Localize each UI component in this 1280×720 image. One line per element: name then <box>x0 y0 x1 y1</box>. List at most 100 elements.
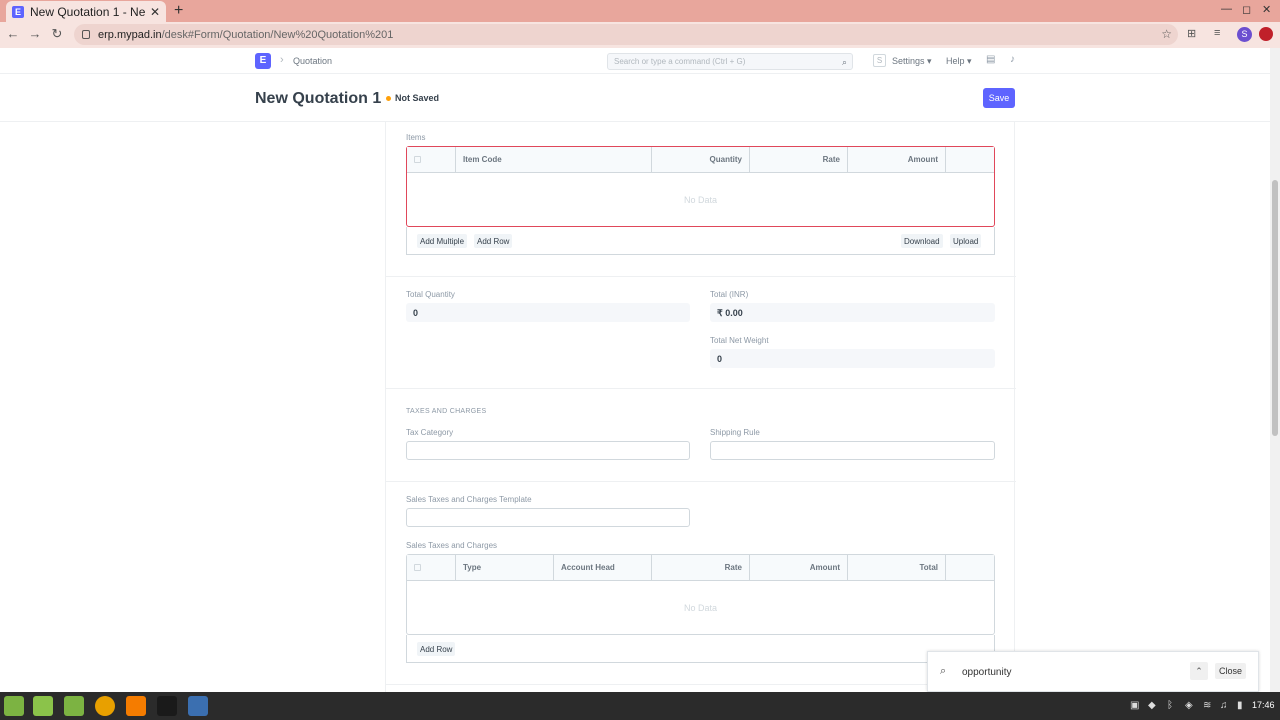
wifi-icon[interactable]: ≋ <box>1203 700 1211 711</box>
chat-icon[interactable]: ▤ <box>986 54 995 65</box>
profile-avatar[interactable]: S <box>1237 27 1252 42</box>
shipping-rule-input[interactable] <box>710 441 995 460</box>
find-previous-icon[interactable]: ⌃ <box>1190 662 1208 680</box>
chrome-icon[interactable] <box>95 696 115 716</box>
section-divider <box>386 481 1016 482</box>
battery-icon[interactable]: ▮ <box>1237 700 1243 711</box>
clock: 17:46 <box>1252 700 1275 710</box>
download-button[interactable]: Download <box>901 234 943 248</box>
extension-red-icon[interactable] <box>1259 27 1273 41</box>
browser-tabstrip: E New Quotation 1 - Ne ✕ + — ◻ ✕ <box>0 0 1280 22</box>
col-amount: Amount <box>848 147 946 173</box>
tax-category-input[interactable] <box>406 441 690 460</box>
window-close-icon[interactable]: ✕ <box>1262 3 1271 16</box>
col-tax-amount: Amount <box>750 555 848 581</box>
minimize-icon[interactable]: — <box>1221 3 1232 15</box>
section-divider <box>386 388 1016 389</box>
media-control-icon[interactable]: ≡ <box>1214 27 1220 39</box>
forward-icon[interactable]: → <box>26 26 44 41</box>
shipping-rule-label: Shipping Rule <box>710 428 760 437</box>
tab-close-icon[interactable]: ✕ <box>150 5 160 19</box>
col-rate: Rate <box>750 147 848 173</box>
total-quantity-field: 0 <box>406 303 690 322</box>
bluetooth-icon[interactable]: ᛒ <box>1167 700 1173 711</box>
taxes-grid-header: Type Account Head Rate Amount Total <box>407 555 994 581</box>
screenshot-icon[interactable] <box>188 696 208 716</box>
app-tray-icon[interactable]: ◈ <box>1185 700 1193 711</box>
notification-bell-icon[interactable]: ♪ <box>1010 54 1015 65</box>
section-divider <box>386 684 1016 685</box>
grid-col-check <box>407 555 456 581</box>
add-multiple-button[interactable]: Add Multiple <box>417 234 468 248</box>
awesome-bar-search-input[interactable]: Search or type a command (Ctrl + G) ⌕ <box>607 53 853 70</box>
search-icon: ⌕ <box>841 57 847 67</box>
tax-category-label: Tax Category <box>406 428 454 437</box>
browser-tab[interactable]: E New Quotation 1 - Ne ✕ <box>6 1 166 22</box>
items-grid-header: Item Code Quantity Rate Amount <box>407 147 994 173</box>
camera-tray-icon[interactable]: ▣ <box>1130 700 1139 711</box>
items-grid-footer: Add Multiple Add Row Download Upload <box>406 227 995 255</box>
erpnext-favicon-icon: E <box>12 5 24 18</box>
app-navbar: E › Quotation Search or type a command (… <box>0 48 1270 74</box>
url-host: erp.mypad.in <box>98 28 162 41</box>
taxes-add-row-button[interactable]: Add Row <box>417 642 456 656</box>
quotation-form: Items Item Code Quantity Rate Amount No … <box>385 122 1016 692</box>
desktop-icon[interactable] <box>33 696 53 716</box>
items-grid: Item Code Quantity Rate Amount No Data <box>406 146 995 227</box>
total-net-weight-label: Total Net Weight <box>710 336 769 345</box>
items-label: Items <box>406 133 426 142</box>
col-quantity: Quantity <box>652 147 750 173</box>
sound-icon[interactable]: ♫ <box>1220 700 1228 711</box>
col-account-head: Account Head <box>554 555 652 581</box>
taxes-grid: Type Account Head Rate Amount Total No D… <box>406 554 995 635</box>
mint-menu-icon[interactable] <box>4 696 24 716</box>
taxes-section-title: TAXES AND CHARGES <box>406 408 487 415</box>
col-tax-rate: Rate <box>652 555 750 581</box>
os-taskbar: ▣ ◆ ᛒ ◈ ≋ ♫ ▮ 17:46 <box>0 692 1280 720</box>
find-search-icon: ⌕ <box>940 665 947 677</box>
settings-dropdown[interactable]: Settings ▾ <box>892 56 932 67</box>
upload-button[interactable]: Upload <box>950 234 982 248</box>
scrollbar-thumb[interactable] <box>1272 180 1278 436</box>
col-tax-total: Total <box>848 555 946 581</box>
items-no-data: No Data <box>683 195 718 205</box>
new-tab-button[interactable]: + <box>174 2 183 20</box>
back-icon[interactable]: ← <box>4 26 22 41</box>
extension-icon[interactable]: ⊞ <box>1187 27 1196 40</box>
breadcrumb-quotation[interactable]: Quotation <box>293 56 332 66</box>
url-path: /desk#Form/Quotation/New%20Quotation%201 <box>161 28 394 41</box>
maximize-icon[interactable]: ◻ <box>1242 3 1251 16</box>
taxes-template-input[interactable] <box>406 508 690 527</box>
total-net-weight-field: 0 <box>710 349 995 368</box>
terminal-icon[interactable] <box>157 696 177 716</box>
address-bar[interactable]: erp.mypad.in /desk#Form/Quotation/New%20… <box>74 24 1178 45</box>
browser-toolbar: ← → ↻ erp.mypad.in /desk#Form/Quotation/… <box>0 22 1280 48</box>
search-placeholder: Search or type a command (Ctrl + G) <box>614 57 746 66</box>
breadcrumb-chevron-icon: › <box>280 54 284 66</box>
find-close-button[interactable]: Close <box>1215 663 1247 679</box>
help-dropdown[interactable]: Help ▾ <box>946 56 972 67</box>
bookmark-star-icon[interactable]: ☆ <box>1161 27 1172 41</box>
save-button[interactable]: Save <box>983 88 1015 108</box>
reload-icon[interactable]: ↻ <box>48 26 66 42</box>
items-add-row-button[interactable]: Add Row <box>474 234 513 248</box>
tab-title: New Quotation 1 - Ne <box>30 4 146 19</box>
user-avatar[interactable]: S <box>873 54 886 67</box>
app-orange-icon[interactable] <box>126 696 146 716</box>
col-type: Type <box>456 555 554 581</box>
shield-tray-icon[interactable]: ◆ <box>1148 700 1156 711</box>
app-logo[interactable]: E <box>255 53 271 69</box>
status-dot-icon <box>386 95 391 101</box>
taxes-template-label: Sales Taxes and Charges Template <box>406 495 532 504</box>
total-quantity-label: Total Quantity <box>406 290 455 299</box>
total-inr-label: Total (INR) <box>710 290 749 299</box>
find-input[interactable]: opportunity <box>962 667 1011 678</box>
total-inr-field: ₹ 0.00 <box>710 303 995 322</box>
page-scrollbar[interactable] <box>1270 48 1280 692</box>
taxes-no-data: No Data <box>683 603 718 613</box>
find-in-page-bar: ⌕ opportunity ⌃ Close <box>927 651 1259 692</box>
section-divider <box>386 276 1016 277</box>
page-head: New Quotation 1 Not Saved Save <box>0 74 1270 122</box>
files-icon[interactable] <box>64 696 84 716</box>
status-text: Not Saved <box>395 93 440 103</box>
